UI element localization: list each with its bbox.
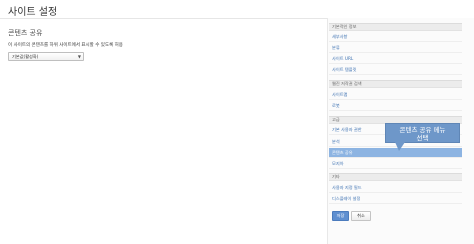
chevron-down-icon: ▼ xyxy=(77,54,81,59)
callout-line-1: 콘텐츠 공유 메뉴 xyxy=(399,126,446,134)
content-sharing-select-value: 기본값(활성화) xyxy=(12,54,39,59)
cancel-button[interactable]: 취소 xyxy=(351,211,371,221)
sidebar-item-categories[interactable]: 분류 xyxy=(329,43,462,53)
sidebar-item-site-template[interactable]: 사이트 템플릿 xyxy=(329,65,462,75)
save-button[interactable]: 저장 xyxy=(332,211,349,221)
section-title: 콘텐츠 공유 xyxy=(8,29,43,37)
sidebar-item-mojia[interactable]: 모지아 xyxy=(329,159,462,169)
sidebar-item-sitemap[interactable]: 사이트맵 xyxy=(329,90,462,100)
page-title: 사이트 설정 xyxy=(8,7,58,18)
sharing-description: 이 사이트의 콘텐츠를 하위 사이트에서 표시할 수 있도록 허용 xyxy=(8,43,123,48)
content-sharing-select[interactable]: 기본값(활성화) ▼ xyxy=(8,52,84,61)
sidebar-group-other: 기타 xyxy=(329,173,462,181)
sidebar-item-custom-fields[interactable]: 사용자 지정 필드 xyxy=(329,183,462,193)
sidebar-item-details[interactable]: 세부사항 xyxy=(329,32,462,42)
callout-pointer xyxy=(395,142,405,151)
sidebar-item-display-settings[interactable]: 디스플레이 설정 xyxy=(329,194,462,204)
sidebar-item-robots[interactable]: 로봇 xyxy=(329,101,462,111)
callout-line-2: 선택 xyxy=(416,134,429,142)
callout-annotation: 콘텐츠 공유 메뉴 선택 xyxy=(385,123,460,143)
sidebar-item-site-url[interactable]: 사이트 URL xyxy=(329,54,462,64)
sidebar-group-basic-info: 기본적인 정보 xyxy=(329,23,462,31)
sidebar-group-search: 웹진 저작권 검색 xyxy=(329,80,462,88)
